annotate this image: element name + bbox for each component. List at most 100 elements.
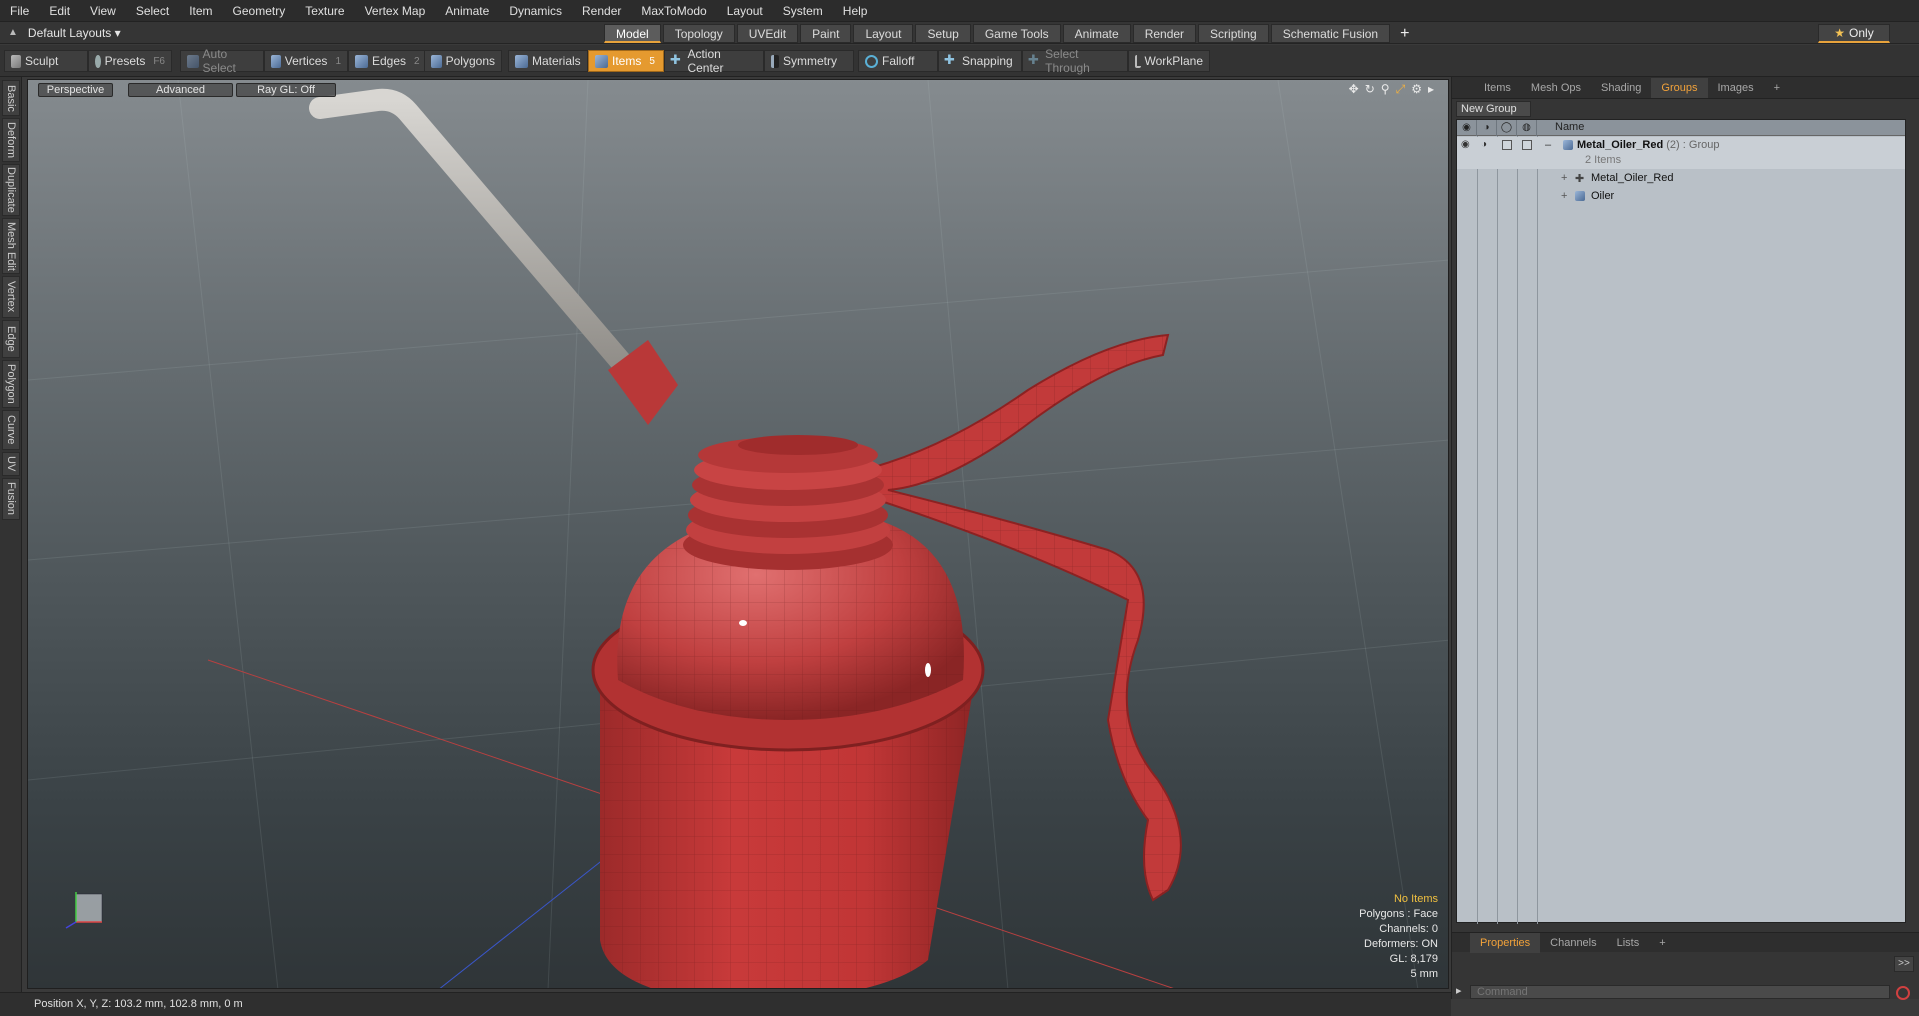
layout-selector[interactable]: ▲ Default Layouts ▾	[0, 26, 130, 40]
visibility-eye-icon[interactable]: ◉	[1461, 139, 1470, 150]
viewport-menu-icon[interactable]: ▸	[1428, 82, 1434, 97]
left-tab-duplicate[interactable]: Duplicate	[2, 164, 20, 216]
new-group-button[interactable]: New Group	[1456, 101, 1531, 117]
tab-animate[interactable]: Animate	[1062, 24, 1131, 43]
select-through-button[interactable]: Select Through	[1022, 47, 1128, 75]
select-checkbox[interactable]	[1522, 140, 1532, 150]
menu-help[interactable]: Help	[833, 0, 878, 22]
tab-setup[interactable]: Setup	[915, 24, 971, 43]
snapping-label: Snapping	[962, 54, 1013, 68]
stop-icon[interactable]	[1896, 986, 1910, 1000]
menu-render[interactable]: Render	[572, 0, 631, 22]
bottom-tab-channels[interactable]: Channels	[1540, 933, 1606, 953]
mesh-icon	[1575, 191, 1585, 201]
tab-model[interactable]: Model	[604, 24, 661, 43]
collapse-toggle-icon[interactable]: –	[1545, 139, 1551, 151]
tab-topology[interactable]: Topology	[662, 24, 735, 43]
symmetry-label: Symmetry	[783, 54, 837, 68]
falloff-icon	[865, 54, 878, 68]
menu-dynamics[interactable]: Dynamics	[499, 0, 572, 22]
items-button[interactable]: Items 5	[588, 50, 664, 72]
expand-toggle-icon[interactable]: +	[1561, 172, 1567, 184]
materials-icon	[515, 54, 528, 68]
vertices-button[interactable]: Vertices 1	[264, 50, 348, 72]
menu-texture[interactable]: Texture	[295, 0, 354, 22]
edges-button[interactable]: Edges 2	[348, 50, 432, 72]
menu-select[interactable]: Select	[126, 0, 179, 22]
tab-game-tools[interactable]: Game Tools	[972, 24, 1061, 43]
fit-view-icon[interactable]: ⤢	[1396, 82, 1406, 97]
raygl-button[interactable]: Ray GL: Off	[236, 83, 336, 97]
render-toggle-icon[interactable]: ◑	[1481, 139, 1487, 150]
materials-button[interactable]: Materials	[508, 50, 588, 72]
falloff-button[interactable]: Falloff	[858, 50, 938, 72]
left-tab-uv[interactable]: UV	[2, 452, 20, 476]
group-row[interactable]: ◉ ◑ – Metal_Oiler_Red (2) : Group 2 Item…	[1457, 137, 1905, 169]
tab-schematic-fusion[interactable]: Schematic Fusion	[1270, 24, 1391, 43]
tab-render[interactable]: Render	[1132, 24, 1197, 43]
add-tab-button[interactable]: +	[1392, 24, 1417, 43]
tab-layout[interactable]: Layout	[853, 24, 914, 43]
list-header: ◉ ◑ ◯ ◍ Name	[1457, 120, 1905, 136]
list-item[interactable]: + Oiler	[1457, 188, 1905, 205]
add-panel-tab-button[interactable]: +	[1764, 78, 1790, 98]
zoom-view-icon[interactable]: ⚲	[1381, 82, 1390, 97]
auto-select-button[interactable]: Auto Select	[180, 47, 264, 75]
shading-button[interactable]: Advanced	[128, 83, 233, 97]
left-tab-fusion[interactable]: Fusion	[2, 478, 20, 520]
panel-tab-images[interactable]: Images	[1708, 78, 1764, 98]
right-panel-tabs: Items Mesh Ops Shading Groups Images +	[1452, 77, 1919, 99]
add-bottom-tab-button[interactable]: +	[1649, 933, 1675, 953]
viewport-settings-icon[interactable]: ⚙	[1411, 82, 1422, 97]
lock-checkbox[interactable]	[1502, 140, 1512, 150]
menu-view[interactable]: View	[80, 0, 126, 22]
left-tab-polygon[interactable]: Polygon	[2, 360, 20, 408]
menu-item[interactable]: Item	[179, 0, 222, 22]
left-tab-edge[interactable]: Edge	[2, 320, 20, 358]
menu-animate[interactable]: Animate	[435, 0, 499, 22]
panel-tab-mesh-ops[interactable]: Mesh Ops	[1521, 78, 1591, 98]
menu-vertex-map[interactable]: Vertex Map	[355, 0, 436, 22]
menu-system[interactable]: System	[773, 0, 833, 22]
vertices-label: Vertices	[284, 54, 328, 68]
menu-file[interactable]: File	[0, 0, 39, 22]
panel-tab-shading[interactable]: Shading	[1591, 78, 1651, 98]
unit-stat: 5 mm	[1410, 968, 1439, 980]
polygons-stat: Polygons : Face	[1359, 908, 1438, 920]
symmetry-button[interactable]: Symmetry	[764, 50, 854, 72]
panel-tab-groups[interactable]: Groups	[1651, 77, 1708, 98]
polygons-button[interactable]: Polygons	[424, 50, 502, 72]
tab-paint[interactable]: Paint	[800, 24, 852, 43]
view-mode-button[interactable]: Perspective	[38, 83, 113, 97]
left-tab-mesh-edit[interactable]: Mesh Edit	[2, 218, 20, 274]
menu-layout[interactable]: Layout	[717, 0, 773, 22]
left-tab-curve[interactable]: Curve	[2, 410, 20, 450]
expand-button[interactable]: >>	[1894, 956, 1914, 972]
list-item[interactable]: + ✚ Metal_Oiler_Red	[1457, 170, 1905, 187]
sculpt-button[interactable]: Sculpt	[4, 50, 88, 72]
collapse-up-icon[interactable]: ▲	[8, 27, 18, 38]
presets-button[interactable]: Presets F6	[88, 50, 172, 72]
bottom-tab-lists[interactable]: Lists	[1607, 933, 1650, 953]
expand-toggle-icon[interactable]: +	[1561, 190, 1567, 202]
tab-uvedit[interactable]: UVEdit	[736, 24, 799, 43]
rotate-view-icon[interactable]: ↻	[1365, 82, 1375, 97]
viewport-nav-icons: ✥ ↻ ⚲ ⤢ ⚙ ▸	[1349, 82, 1434, 97]
move-view-icon[interactable]: ✥	[1349, 82, 1359, 97]
left-tab-deform[interactable]: Deform	[2, 118, 20, 162]
left-tab-basic[interactable]: Basic	[2, 80, 20, 116]
left-tab-vertex[interactable]: Vertex	[2, 276, 20, 318]
workplane-button[interactable]: WorkPlane	[1128, 50, 1210, 72]
command-input[interactable]	[1470, 985, 1890, 999]
only-button[interactable]: ★ Only	[1818, 24, 1890, 43]
bottom-tab-properties[interactable]: Properties	[1470, 932, 1541, 953]
menu-geometry[interactable]: Geometry	[223, 0, 296, 22]
action-center-label: Action Center	[687, 47, 724, 75]
menu-maxtomodo[interactable]: MaxToModo	[631, 0, 716, 22]
tab-scripting[interactable]: Scripting	[1198, 24, 1269, 43]
menu-edit[interactable]: Edit	[39, 0, 80, 22]
action-center-button[interactable]: Action Center	[664, 47, 764, 75]
snapping-button[interactable]: Snapping	[938, 50, 1022, 72]
panel-tab-items[interactable]: Items	[1474, 78, 1521, 98]
3d-viewport[interactable]: Perspective Advanced Ray GL: Off ✥ ↻ ⚲ ⤢…	[27, 79, 1449, 989]
